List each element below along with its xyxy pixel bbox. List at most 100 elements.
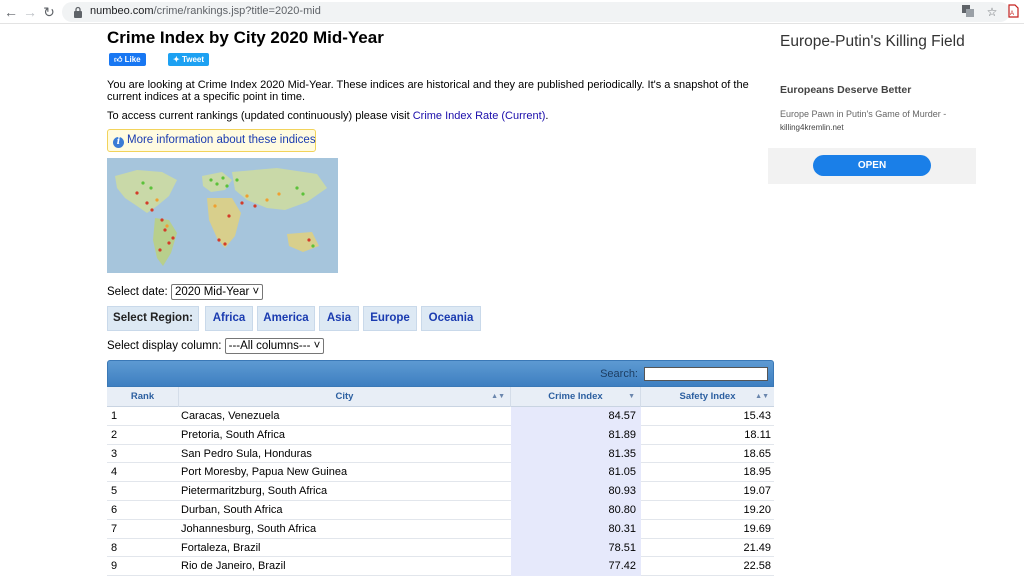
back-arrow-icon[interactable]: ← (2, 3, 20, 21)
rank-cell: 5 (111, 485, 118, 498)
sort-icon: ▲▼ (755, 393, 769, 400)
table-row: 7 Johannesburg, South Africa 80.31 19.69 (107, 519, 774, 539)
safety-index-cell: 18.11 (744, 428, 771, 441)
select-date-row: Select date: 2020 Mid-Year ˅ (107, 284, 264, 300)
ad-content: Europe-Putin's Killing Field Europeans D… (768, 24, 976, 148)
region-africa-button[interactable]: Africa (205, 306, 253, 331)
search-input[interactable] (644, 367, 768, 381)
crime-index-cell: 81.05 (511, 463, 641, 483)
tweet-button[interactable]: ✦ Tweet (168, 53, 210, 66)
table-row: 6 Durban, South Africa 80.80 19.20 (107, 500, 774, 520)
safety-index-cell: 21.49 (743, 541, 771, 554)
info-icon: i (113, 137, 124, 148)
facebook-like-button[interactable]: 👍︎ Like (109, 53, 146, 66)
intro-text: You are looking at Crime Index 2020 Mid-… (107, 79, 749, 103)
ad-title[interactable]: Europe-Putin's Killing Field (780, 32, 970, 51)
city-cell: Durban, South Africa (181, 503, 283, 516)
sidebar-ad[interactable]: Europe-Putin's Killing Field Europeans D… (768, 24, 976, 184)
date-select[interactable]: 2020 Mid-Year ˅ (170, 284, 264, 300)
region-america-button[interactable]: America (257, 306, 315, 331)
rank-cell: 9 (111, 560, 118, 573)
city-cell: Pretoria, South Africa (181, 428, 285, 441)
more-info-label: More information about these indices (127, 134, 316, 146)
browser-toolbar: ← → ↻ numbeo.com/crime/rankings.jsp?titl… (0, 0, 1024, 24)
bookmark-star-icon[interactable]: ☆ (984, 4, 1000, 20)
table-row: 1 Caracas, Venezuela 84.57 15.43 (107, 407, 774, 426)
date-select-value: 2020 Mid-Year (174, 286, 250, 298)
table-row: 9 Rio de Janeiro, Brazil 77.42 22.58 (107, 557, 774, 576)
svg-text:A: A (1010, 11, 1014, 17)
rank-cell: 4 (111, 466, 118, 479)
rankings-table-body: 1 Caracas, Venezuela 84.57 15.43 2 Pretoria,… (107, 407, 774, 576)
table-row: 8 Fortaleza, Brazil 78.51 21.49 (107, 538, 774, 558)
crime-index-cell: 80.31 (511, 519, 641, 539)
city-header-label: City (335, 391, 354, 402)
select-region-label: Select Region: (107, 306, 199, 331)
rank-cell: 1 (111, 410, 118, 422)
city-cell: Johannesburg, South Africa (181, 522, 317, 535)
ad-description: Europe Pawn in Putin's Game of Murder - (780, 109, 947, 119)
safety-index-cell: 18.65 (743, 447, 771, 460)
forward-arrow-icon[interactable]: → (21, 3, 39, 21)
table-toolbar: Search: (107, 360, 774, 387)
region-asia-button[interactable]: Asia (319, 306, 359, 331)
rank-cell: 3 (111, 447, 118, 460)
safety-index-cell: 22.58 (743, 560, 771, 573)
table-row: 3 San Pedro Sula, Honduras 81.35 18.65 (107, 444, 774, 464)
column-header-safety-index[interactable]: Safety Index ▲▼ (641, 387, 774, 407)
world-crime-map[interactable] (107, 158, 338, 273)
rank-cell: 7 (111, 522, 118, 535)
ad-subtitle: Europeans Deserve Better (780, 84, 912, 96)
safety-index-cell: 15.43 (743, 410, 771, 422)
table-row: 2 Pretoria, South Africa 81.89 18.11 (107, 425, 774, 445)
column-select-value: ---All columns--- (228, 340, 311, 352)
pdf-extension-icon[interactable]: A (1005, 4, 1021, 20)
city-cell: Caracas, Venezuela (181, 410, 280, 422)
chevron-down-icon: ˅ (252, 286, 260, 298)
url-text: numbeo.com/crime/rankings.jsp?title=2020… (90, 5, 321, 17)
tweet-label: Tweet (181, 55, 205, 64)
city-cell: Rio de Janeiro, Brazil (181, 560, 286, 573)
crime-index-cell: 81.89 (511, 425, 641, 445)
safety-header-label: Safety Index (679, 391, 736, 402)
crime-index-cell: 81.35 (511, 444, 641, 464)
crime-header-label: Crime Index (548, 391, 603, 402)
city-cell: Pietermaritzburg, South Africa (181, 485, 328, 498)
safety-index-cell: 19.07 (743, 485, 771, 498)
current-rankings-link[interactable]: Crime Index Rate (Current) (413, 110, 546, 122)
crime-index-cell: 78.51 (511, 538, 641, 558)
rank-cell: 6 (111, 503, 118, 516)
column-select[interactable]: ---All columns--- ˅ (224, 338, 325, 354)
column-header-rank[interactable]: Rank (107, 387, 179, 407)
translate-icon[interactable] (960, 4, 976, 20)
crime-index-cell: 80.80 (511, 500, 641, 520)
ad-open-button[interactable]: OPEN (813, 155, 931, 176)
crime-index-cell: 77.42 (511, 557, 641, 576)
reload-icon[interactable]: ↻ (40, 3, 58, 21)
crime-index-cell: 80.93 (511, 482, 641, 501)
safety-index-cell: 19.20 (743, 503, 771, 516)
rank-cell: 2 (111, 428, 118, 441)
table-row: 4 Port Moresby, Papua New Guinea 81.05 18.9… (107, 463, 774, 483)
region-europe-button[interactable]: Europe (363, 306, 417, 331)
column-header-crime-index[interactable]: Crime Index ▼ (511, 387, 641, 407)
access-suffix: . (545, 110, 549, 122)
city-cell: San Pedro Sula, Honduras (181, 447, 312, 460)
address-bar[interactable]: numbeo.com/crime/rankings.jsp?title=2020… (62, 2, 1010, 22)
ad-url: killing4kremlin.net (780, 123, 844, 132)
region-oceania-button[interactable]: Oceania (421, 306, 481, 331)
column-header-city[interactable]: City ▲▼ (179, 387, 511, 407)
sort-desc-icon: ▼ (628, 393, 635, 400)
sort-icon: ▲▼ (491, 393, 505, 400)
table-header-row: Rank City ▲▼ Crime Index ▼ Safety Index ▲▼ (107, 387, 774, 407)
access-prefix: To access current rankings (updated cont… (107, 110, 413, 122)
chevron-down-icon: ˅ (313, 340, 321, 352)
safety-index-cell: 18.95 (743, 466, 771, 479)
search-label: Search: (600, 368, 638, 380)
more-info-button[interactable]: i More information about these indices (107, 129, 316, 152)
table-row: 5 Pietermaritzburg, South Africa 80.93 19.0… (107, 482, 774, 501)
rank-header-label: Rank (130, 391, 155, 402)
city-cell: Port Moresby, Papua New Guinea (181, 466, 348, 479)
like-label: Like (124, 55, 141, 64)
crime-index-cell: 84.57 (511, 407, 641, 426)
